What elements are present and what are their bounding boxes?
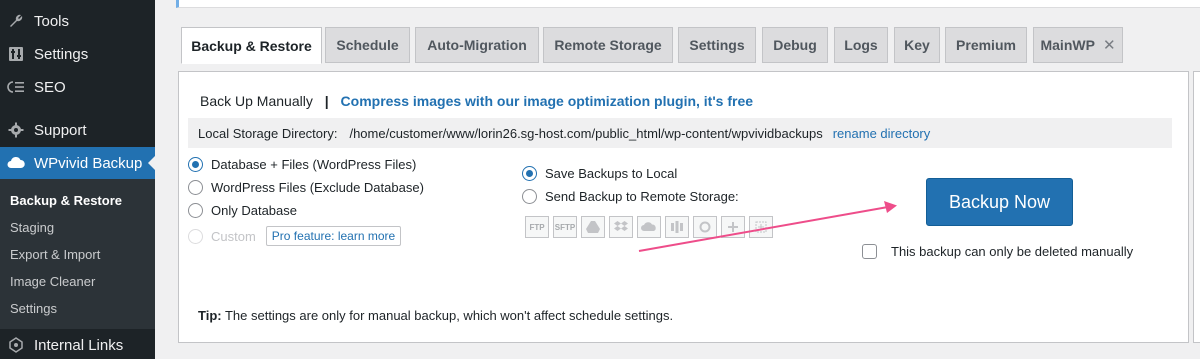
tab-settings[interactable]: Settings (678, 27, 756, 63)
wrench-icon (6, 11, 26, 31)
menu-item-internal-links[interactable]: Internal Links (0, 329, 155, 359)
radio-button (188, 228, 203, 244)
option-label: Save Backups to Local (545, 166, 678, 181)
side-panel-edge (1193, 71, 1200, 343)
panel-title: Back Up Manually (200, 93, 313, 109)
gear-icon (6, 120, 26, 140)
option-label: Database + Files (WordPress Files) (211, 157, 417, 172)
tab-label: Logs (844, 37, 878, 53)
option-label: Custom (211, 228, 256, 244)
panel-heading: Back Up Manually | Compress images with … (200, 93, 753, 109)
backup-now-button[interactable]: Backup Now (926, 178, 1073, 226)
tab-label: Settings (689, 37, 745, 53)
menu-item-support[interactable]: Support (0, 114, 155, 146)
tab-schedule[interactable]: Schedule (325, 27, 410, 63)
menu-item-settings[interactable]: Settings (0, 38, 155, 70)
tab-label: Auto-Migration (427, 37, 527, 53)
menu-item-label: Internal Links (34, 336, 124, 354)
option-label: Only Database (211, 203, 297, 218)
tab-label: Backup & Restore (191, 37, 312, 54)
menu-item-seo[interactable]: SEO (0, 71, 155, 103)
google-drive-icon[interactable] (581, 216, 605, 238)
tip-label: Tip: (198, 308, 222, 323)
heading-separator: | (324, 93, 329, 109)
tip-text: Tip: The settings are only for manual ba… (198, 308, 673, 323)
option-only-database[interactable]: Only Database (188, 203, 297, 218)
menu-item-label: Settings (34, 45, 89, 63)
manual-delete-label: This backup can only be deleted manually (891, 244, 1134, 259)
menu-item-tools[interactable]: Tools (0, 5, 155, 37)
tab-premium[interactable]: Premium (945, 27, 1027, 63)
radio-button[interactable] (522, 166, 537, 181)
option-database-files[interactable]: Database + Files (WordPress Files) (188, 157, 416, 172)
option-label: WordPress Files (Exclude Database) (211, 180, 424, 195)
option-save-local[interactable]: Save Backups to Local (522, 166, 677, 181)
tab-key[interactable]: Key (894, 27, 940, 63)
local-storage-bar: Local Storage Directory: /home/customer/… (188, 118, 1172, 148)
links-icon (6, 335, 26, 355)
tip-body: The settings are only for manual backup,… (221, 308, 674, 323)
notice-strip (176, 0, 1200, 8)
menu-item-wpvivid-backup[interactable]: WPvivid Backup (0, 147, 156, 179)
rename-directory-link[interactable]: rename directory (833, 126, 931, 141)
tab-label: Remote Storage (554, 37, 662, 53)
storage-path: /home/customer/www/lorin26.sg-host.com/p… (349, 125, 823, 141)
promo-link[interactable]: Compress images with our image optimizat… (341, 93, 754, 109)
cloud-icon (6, 153, 26, 173)
tab-remote-storage[interactable]: Remote Storage (543, 27, 673, 63)
dropbox-icon[interactable] (609, 216, 633, 238)
tab-label: Debug (773, 37, 817, 53)
ftp-icon[interactable]: FTP (525, 216, 549, 238)
tab-debug[interactable]: Debug (762, 27, 828, 63)
submenu-item-settings[interactable]: Settings (10, 301, 57, 316)
tab-label: MainWP (1040, 37, 1095, 53)
menu-item-label: Support (34, 121, 87, 139)
annotation-arrow (638, 201, 897, 252)
menu-item-label: Tools (34, 12, 70, 30)
current-menu-arrow (148, 155, 156, 171)
tab-auto-migration[interactable]: Auto-Migration (415, 27, 539, 63)
tab-mainwp[interactable]: MainWP ✕ (1033, 27, 1123, 63)
submenu-item-image-cleaner[interactable]: Image Cleaner (10, 274, 95, 289)
tab-backup-restore[interactable]: Backup & Restore (181, 27, 322, 64)
option-custom: Custom Pro feature: learn more (188, 226, 402, 246)
menu-item-label: WPvivid Backup (34, 154, 143, 172)
submenu-item-backup-restore[interactable]: Backup & Restore (10, 193, 122, 208)
tab-label: Key (904, 37, 930, 53)
radio-button[interactable] (188, 157, 203, 172)
settings-icon (6, 44, 26, 64)
tab-label: Premium (956, 37, 1016, 53)
menu-item-label: SEO (34, 78, 66, 96)
pro-feature-link[interactable]: Pro feature: learn more (265, 226, 402, 246)
storage-label: Local Storage Directory: (198, 125, 338, 141)
radio-button[interactable] (522, 189, 537, 204)
tab-label: Schedule (336, 37, 399, 53)
admin-sidebar: Tools Settings SEO Support WPvivid Backu… (0, 0, 156, 359)
submenu-item-export-import[interactable]: Export & Import (10, 247, 100, 262)
seo-icon (6, 77, 26, 97)
tab-logs[interactable]: Logs (834, 27, 888, 63)
sftp-icon[interactable]: SFTP (553, 216, 577, 238)
radio-button[interactable] (188, 203, 203, 218)
radio-button[interactable] (188, 180, 203, 195)
submenu-item-staging[interactable]: Staging (10, 220, 54, 235)
option-wordpress-files[interactable]: WordPress Files (Exclude Database) (188, 180, 424, 195)
close-icon[interactable]: ✕ (1103, 36, 1116, 54)
wpvivid-submenu: Backup & Restore Staging Export & Import… (0, 179, 155, 329)
